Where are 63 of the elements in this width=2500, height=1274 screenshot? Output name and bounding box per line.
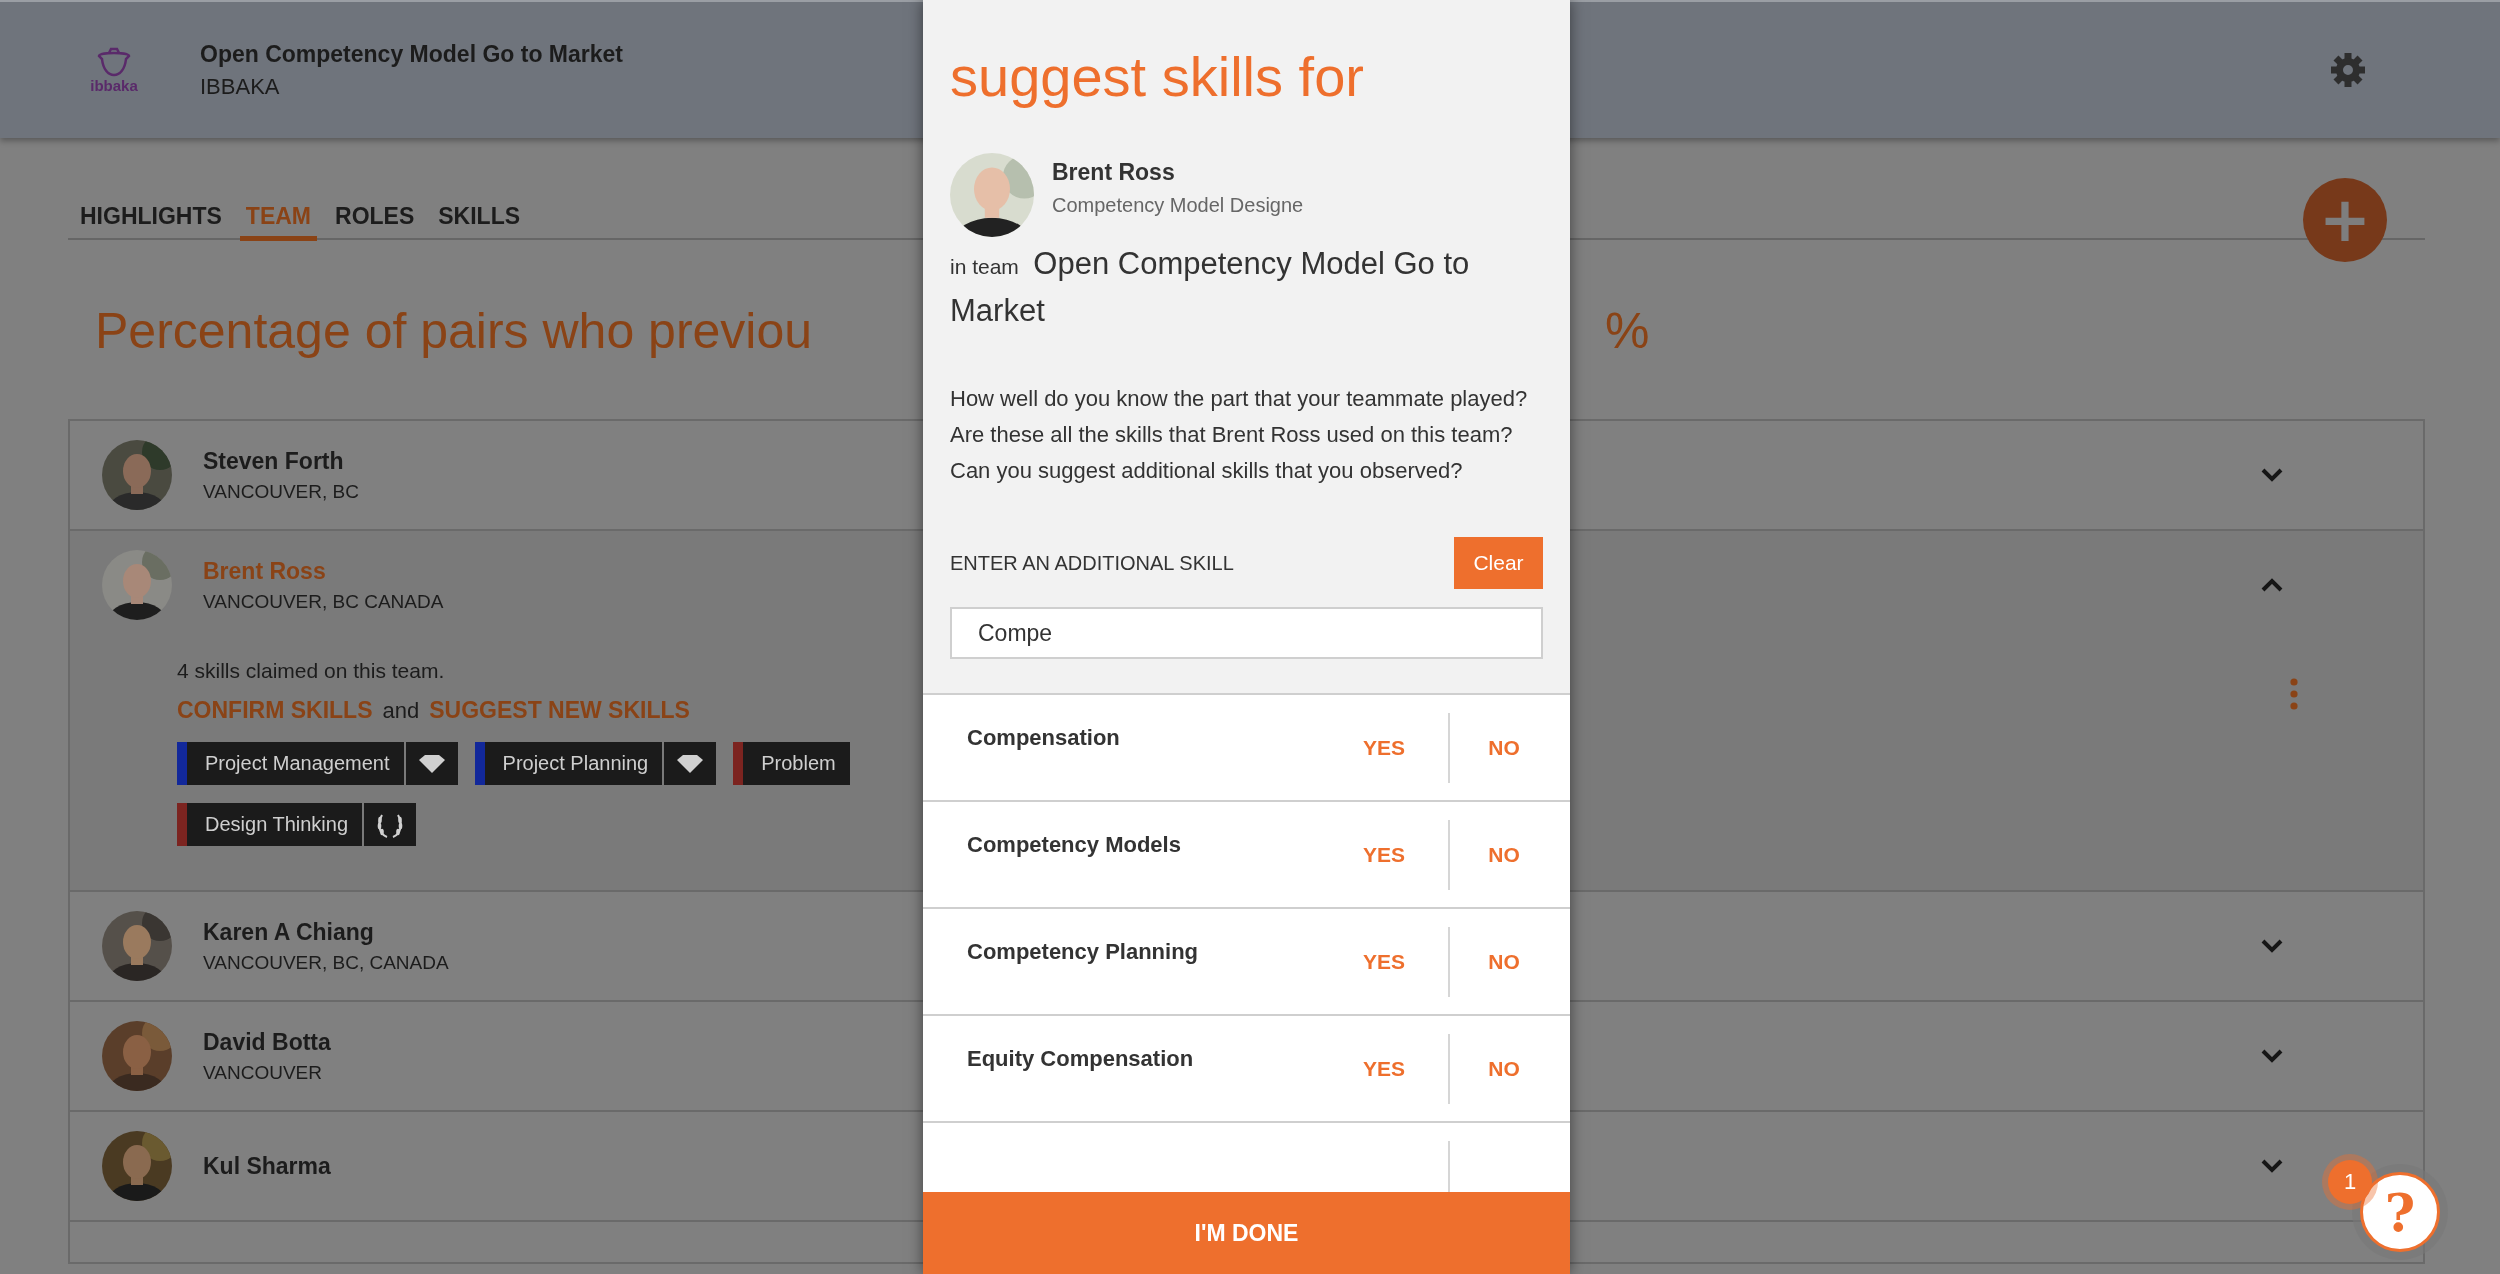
suggested-skill-name: Competency Planning — [967, 939, 1200, 965]
skill-name: Project Planning — [502, 752, 649, 775]
skill-tag[interactable]: Design Thinking — [177, 803, 363, 846]
expand-chevron-icon[interactable] — [2261, 939, 2283, 953]
yes-button[interactable]: YES — [1352, 949, 1416, 974]
team-line: in team Open Competency Model Go to Market — [950, 245, 1471, 330]
skill-tag[interactable]: Problem — [733, 742, 850, 785]
done-button[interactable]: I'M DONE — [923, 1192, 1570, 1274]
person-name: Brent Ross — [1052, 159, 1176, 186]
tab[interactable]: SKILLS — [432, 203, 527, 241]
person-role: Competency Model Designe — [1052, 194, 1304, 217]
member-name[interactable]: Brent Ross — [203, 557, 326, 585]
collapse-chevron-icon[interactable] — [2261, 578, 2283, 592]
yes-button[interactable]: YES — [1352, 842, 1416, 867]
no-button[interactable]: NO — [1472, 949, 1536, 974]
expand-chevron-icon[interactable] — [2261, 1159, 2283, 1173]
question-text: How well do you know the part that your teammate played? Are these all the skills that Brent Ross used on this team? Can you suggest additional skills that you observed? — [950, 385, 1529, 485]
member-location: VANCOUVER, BC — [203, 480, 359, 503]
no-button[interactable]: NO — [1472, 1056, 1536, 1081]
member-name[interactable]: Karen A Chiang — [203, 918, 374, 946]
tab[interactable]: TEAM — [239, 203, 317, 241]
suggest-skills-link[interactable]: SUGGEST NEW SKILLS — [429, 697, 690, 724]
claimed-skills-text: 4 skills claimed on this team. — [177, 659, 446, 683]
heading-text: Percentage of pairs who previou — [95, 302, 814, 360]
confirm-skills-link[interactable]: CONFIRM SKILLS — [177, 697, 373, 724]
skill-tag[interactable]: Project Management — [177, 742, 404, 785]
no-button[interactable]: NO — [1472, 842, 1536, 867]
yes-button[interactable]: YES — [1352, 1056, 1416, 1081]
member-location: VANCOUVER, BC CANADA — [203, 590, 444, 613]
field-label: ENTER AN ADDITIONAL SKILL — [950, 551, 1234, 575]
skill-name: Project Management — [205, 752, 390, 775]
tab[interactable]: HIGHLIGHTS — [74, 203, 228, 241]
joiner-text: and — [382, 698, 420, 724]
organization-name: IBBAKA — [200, 73, 281, 100]
diamond-icon — [417, 753, 446, 774]
logo-text: ibbaka — [90, 76, 138, 94]
skill-name: Design Thinking — [205, 813, 349, 836]
member-name[interactable]: Kul Sharma — [203, 1152, 331, 1180]
clear-button[interactable]: Clear — [1454, 537, 1543, 589]
expand-chevron-icon[interactable] — [2261, 468, 2283, 482]
expand-chevron-icon[interactable] — [2261, 1049, 2283, 1063]
member-name[interactable]: Steven Forth — [203, 447, 344, 475]
member-location: VANCOUVER — [203, 1061, 322, 1084]
notification-badge: 1 — [2328, 1160, 2372, 1204]
yes-button[interactable]: YES — [1352, 735, 1416, 760]
skill-input-field[interactable]: Compe — [950, 607, 1543, 659]
no-button[interactable]: NO — [1472, 735, 1536, 760]
add-button[interactable]: + — [2303, 178, 2387, 262]
tab[interactable]: ROLES — [329, 203, 421, 241]
suggested-skill-name: Compensation — [967, 725, 1121, 751]
team-title: Open Competency Model Go to Market — [200, 40, 623, 68]
member-location: VANCOUVER, BC, CANADA — [203, 951, 449, 974]
diamond-icon — [676, 753, 705, 774]
skill-name: Problem — [761, 752, 836, 775]
heading-text: % — [1605, 302, 1650, 360]
member-name[interactable]: David Botta — [203, 1028, 331, 1056]
settings-icon[interactable] — [2330, 52, 2366, 88]
help-button[interactable]: ? — [2360, 1172, 2440, 1252]
suggested-skill-name: Competency Models — [967, 832, 1182, 858]
logo-icon — [96, 46, 132, 77]
dialog-title: suggest skills for — [950, 44, 1365, 109]
suggested-skill-name: Equity Compensation — [967, 1046, 1195, 1072]
skill-tag[interactable]: Project Planning — [474, 742, 663, 785]
